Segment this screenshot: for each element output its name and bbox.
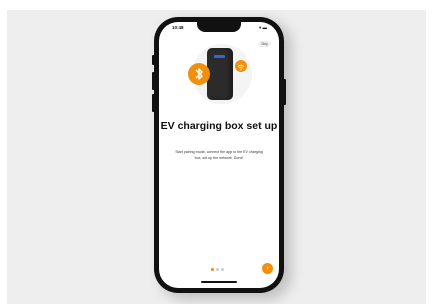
wifi-icon bbox=[235, 60, 247, 72]
page-description: Start pairing mode, connect the app to t… bbox=[175, 150, 263, 160]
side-button bbox=[152, 72, 155, 90]
side-button bbox=[152, 55, 155, 65]
bluetooth-icon bbox=[188, 63, 210, 85]
side-button bbox=[152, 94, 155, 112]
chevron-right-icon: › bbox=[266, 265, 269, 272]
pagination-dot[interactable] bbox=[221, 268, 224, 271]
pagination-dot[interactable] bbox=[216, 268, 219, 271]
skip-button[interactable]: Skip bbox=[258, 41, 271, 47]
app-screen: 10:48 ▾ ▬ Skip EV charging box set up St… bbox=[159, 22, 279, 288]
side-button bbox=[283, 79, 286, 105]
home-indicator bbox=[201, 281, 237, 283]
page-title: EV charging box set up bbox=[160, 120, 278, 132]
notch bbox=[197, 22, 241, 32]
pagination-dots bbox=[211, 268, 224, 271]
status-icons: ▾ ▬ bbox=[258, 25, 267, 30]
phone-frame: 10:48 ▾ ▬ Skip EV charging box set up St… bbox=[152, 17, 286, 293]
next-button[interactable]: › bbox=[262, 263, 273, 274]
charger-status-light bbox=[214, 55, 225, 58]
pagination-dot-active[interactable] bbox=[211, 268, 214, 271]
status-time: 10:48 bbox=[172, 25, 184, 30]
